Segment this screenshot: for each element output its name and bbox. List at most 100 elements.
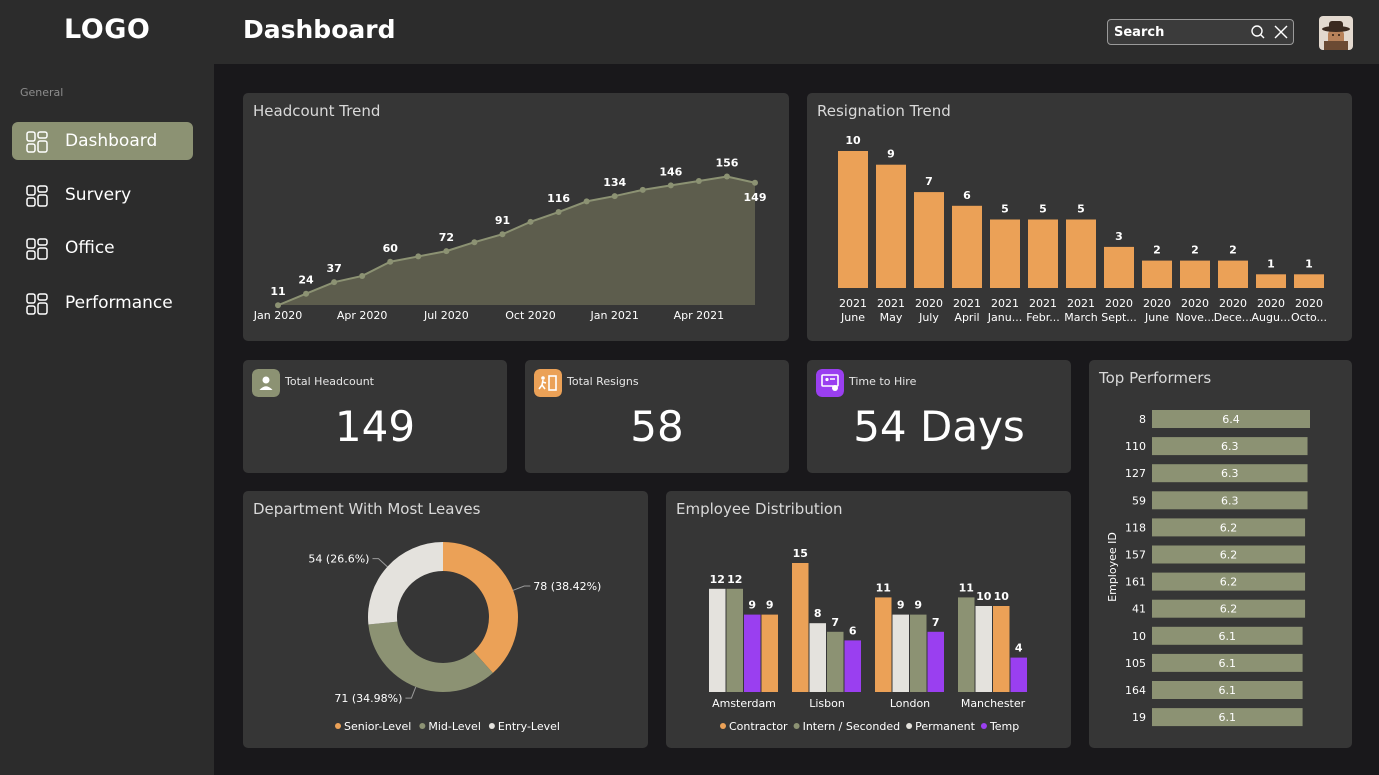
x-tick-label: Jan 2021 [589, 309, 638, 322]
headcount-point [667, 182, 674, 189]
x-tick-label: 2020 [1143, 297, 1171, 310]
data-label: 10 [976, 590, 992, 603]
x-tick-label: 2020 [1105, 297, 1133, 310]
y-tick-label: 8 [1139, 413, 1146, 426]
x-tick-label: 2020 [1295, 297, 1323, 310]
user-icon [252, 369, 280, 397]
data-label: 5 [1039, 203, 1047, 216]
data-label: 6.1 [1219, 630, 1237, 643]
x-tick-label: 2020 [1257, 297, 1285, 310]
kpi-card-total-resigns: Total Resigns 58 [525, 360, 789, 473]
data-label: 7 [831, 616, 839, 629]
headcount-point [752, 179, 758, 186]
distribution-bar [1010, 657, 1027, 692]
page-title: Dashboard [243, 15, 396, 44]
legend-label: Entry-Level [498, 720, 560, 733]
donut-slice [443, 542, 518, 674]
kpi-label: Total Headcount [285, 375, 374, 388]
donut-slice [368, 542, 443, 625]
resignation-bar [1294, 274, 1324, 288]
data-label: 6.3 [1221, 467, 1239, 480]
leader-line [405, 686, 417, 699]
resignation-bar [914, 192, 944, 288]
data-label: 11 [270, 285, 285, 298]
data-label: 11 [959, 581, 974, 594]
top-bar: LOGO Dashboard [0, 0, 1379, 64]
resignation-bar [990, 219, 1020, 288]
distribution-bar [792, 563, 809, 692]
x-tick-label: Sept... [1101, 311, 1137, 324]
data-label: 72 [439, 231, 454, 244]
x-tick-label: March [1064, 311, 1098, 324]
resignation-bar [952, 205, 982, 288]
resignation-bar [1180, 260, 1210, 288]
data-label: 7 [932, 616, 940, 629]
x-tick-label: Lisbon [809, 697, 845, 710]
resignation-trend-card: Resignation Trend 10 2021 June 9 2021 May 7 202… [807, 93, 1352, 341]
headcount-point [499, 231, 506, 238]
data-label: 4 [1015, 642, 1023, 655]
y-tick-label: 19 [1132, 711, 1146, 724]
x-tick-label: Manchester [961, 697, 1026, 710]
app-logo[interactable]: LOGO [64, 14, 150, 45]
data-label: 5 [1077, 203, 1085, 216]
kpi-card-time-to-hire: Time to Hire 54 Days [807, 360, 1071, 473]
x-tick-label: Jul 2020 [423, 309, 469, 322]
x-tick-label: Janu... [987, 311, 1022, 324]
slice-label: 54 (26.6%) [308, 553, 369, 566]
legend-swatch [419, 723, 426, 729]
x-tick-label: Octo... [1291, 311, 1327, 324]
search-box [1107, 19, 1294, 45]
distribution-bar [827, 631, 844, 692]
x-tick-label: Dece... [1214, 311, 1253, 324]
distribution-bar [709, 588, 726, 692]
sidebar-item-label: Office [65, 238, 115, 258]
sidebar-section-label: General [20, 86, 64, 99]
headcount-point [359, 272, 366, 279]
data-label: 6.3 [1221, 494, 1239, 507]
donut-slice [368, 621, 493, 692]
leader-line [512, 585, 531, 591]
data-label: 6.2 [1220, 603, 1238, 616]
distribution-bar [875, 597, 892, 692]
search-icon[interactable] [1249, 23, 1267, 41]
distribution-bar [726, 588, 743, 692]
legend-swatch [906, 723, 913, 729]
data-label: 2 [1229, 244, 1237, 257]
x-tick-label: 2021 [953, 297, 981, 310]
search-input[interactable] [1108, 20, 1246, 44]
resignation-trend-chart: 102021June92021May72020July62021April520… [838, 134, 1327, 324]
kpi-value: 58 [630, 402, 684, 451]
avatar[interactable] [1319, 16, 1353, 50]
distribution-bar [993, 606, 1010, 692]
data-label: 10 [845, 134, 861, 147]
close-icon[interactable] [1272, 23, 1290, 41]
y-tick-label: 105 [1125, 657, 1146, 670]
distribution-bar [958, 597, 975, 692]
x-tick-label: Jan 2020 [253, 309, 302, 322]
sidebar-item-survery[interactable]: Survery [12, 176, 193, 214]
data-label: 149 [744, 191, 767, 204]
distribution-bar [844, 640, 861, 692]
resignation-bar [876, 164, 906, 288]
resignation-bar [1256, 274, 1286, 288]
distribution-bar [910, 614, 927, 692]
data-label: 9 [748, 599, 756, 612]
x-tick-label: Nove... [1176, 311, 1215, 324]
y-tick-label: 164 [1125, 684, 1146, 697]
legend-label: Temp [989, 720, 1019, 733]
resignation-bar [1142, 260, 1172, 288]
x-tick-label: 2021 [991, 297, 1019, 310]
sidebar-item-label: Dashboard [65, 131, 158, 151]
legend-swatch [980, 723, 987, 729]
x-tick-label: May [880, 311, 903, 324]
headcount-point [723, 173, 730, 180]
x-tick-label: 2021 [839, 297, 867, 310]
top-performers-chart: 6.4 8 6.3 110 6.3 127 6.3 59 6.2 118 6.2 157 6.2 161 6… [1106, 410, 1310, 727]
sidebar-item-dashboard[interactable]: Dashboard [12, 122, 193, 160]
data-label: 12 [710, 573, 725, 586]
data-label: 8 [814, 607, 822, 620]
kpi-label: Total Resigns [567, 375, 639, 388]
sidebar-item-performance[interactable]: Performance [12, 284, 193, 322]
sidebar-item-office[interactable]: Office [12, 229, 193, 267]
